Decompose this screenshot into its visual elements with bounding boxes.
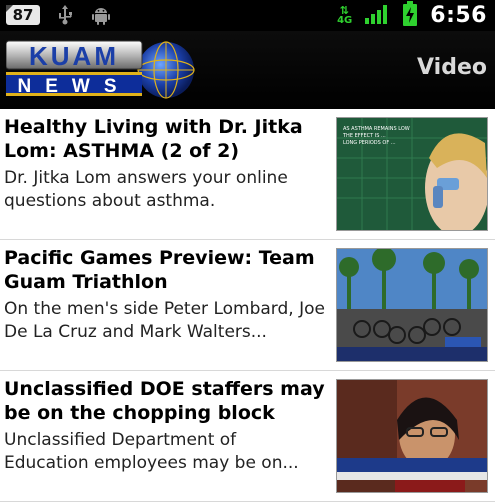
svg-text:THE EFFECT IS ...: THE EFFECT IS ... (342, 133, 386, 139)
doe-video-thumbnail[interactable] (336, 379, 488, 493)
article-summary: Dr. Jitka Lom answers your online questi… (4, 168, 288, 211)
list-item[interactable]: Unclassified DOE staffers may be on the … (0, 371, 495, 502)
list-item[interactable]: Pacific Games Preview: Team Guam Triathl… (0, 240, 495, 371)
network-4g-icon: ⇅ 4G (337, 3, 353, 26)
logo-line2: NEWS (18, 76, 131, 97)
status-bar-left: 87 (6, 4, 112, 26)
svg-text:AS ASTHMA REMAINS LOW: AS ASTHMA REMAINS LOW (343, 126, 410, 132)
network-type-label: 4G (337, 14, 353, 26)
app-header: KUAM NEWS Video (0, 31, 495, 109)
article-list: Healthy Living with Dr. Jitka Lom: ASTHM… (0, 109, 495, 502)
notification-count-badge[interactable]: 87 (6, 5, 40, 25)
svg-text:LONG PERIODS OF ...: LONG PERIODS OF ... (343, 140, 396, 146)
notification-count: 87 (12, 6, 34, 24)
article-headline: Pacific Games Preview: Team Guam Triathl… (4, 247, 315, 293)
signal-icon (364, 3, 390, 29)
logo-line1: KUAM (29, 41, 119, 71)
android-debug-icon (90, 4, 112, 26)
section-title: Video (417, 55, 487, 80)
clock: 6:56 (430, 3, 487, 28)
kuam-news-logo[interactable]: KUAM NEWS (5, 37, 198, 103)
article-headline: Unclassified DOE staffers may be on the … (4, 378, 325, 424)
battery-charging-icon (402, 0, 418, 31)
list-item[interactable]: Healthy Living with Dr. Jitka Lom: ASTHM… (0, 109, 495, 240)
triathlon-video-thumbnail[interactable] (336, 248, 488, 362)
usb-icon (54, 4, 76, 26)
article-summary: Unclassified Department of Education emp… (4, 430, 299, 473)
status-bar-right: ⇅ 4G 6:56 (337, 0, 487, 31)
asthma-video-thumbnail[interactable]: AS ASTHMA REMAINS LOW THE EFFECT IS ... … (336, 117, 488, 231)
article-summary: On the men's side Peter Lombard, Joe De … (4, 299, 325, 342)
article-headline: Healthy Living with Dr. Jitka Lom: ASTHM… (4, 116, 303, 162)
status-bar: 87 ⇅ 4G 6:56 (0, 0, 495, 31)
